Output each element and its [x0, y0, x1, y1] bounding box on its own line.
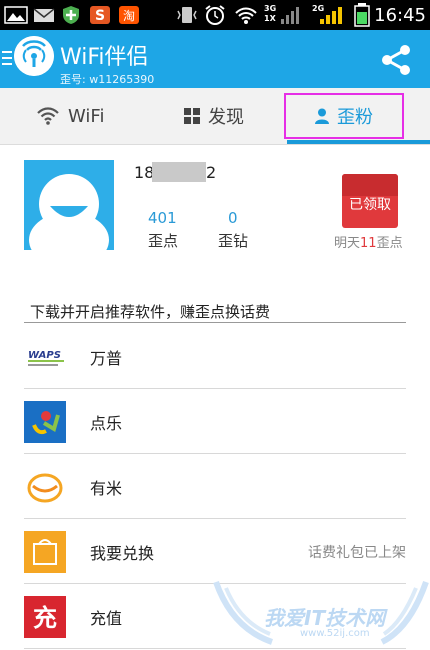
- tomorrow-suffix: 歪点: [376, 236, 403, 251]
- tab-discover-label: 发现: [208, 107, 244, 128]
- tomorrow-prefix: 明天: [334, 236, 361, 251]
- network-3g-label: 3G: [264, 4, 277, 13]
- battery-icon: [354, 3, 370, 27]
- avatar[interactable]: [24, 160, 114, 250]
- default-avatar-icon: [24, 160, 114, 250]
- tab-discover[interactable]: 发现: [184, 88, 244, 144]
- promo-header: 下载并开启推荐软件，赚歪点换话费: [30, 303, 271, 321]
- watermark-url: www.52ij.com: [300, 628, 370, 639]
- status-time: 16:45: [374, 5, 426, 26]
- svg-text:淘: 淘: [123, 9, 135, 23]
- wifi-signal-icon: [235, 7, 257, 24]
- recharge-char: 充: [33, 604, 57, 632]
- mail-icon: [33, 8, 55, 22]
- share-icon[interactable]: [378, 42, 414, 78]
- list-item-label: 我要兑换: [90, 544, 155, 563]
- tomorrow-points: 11: [360, 236, 377, 251]
- status-bar: S 淘 3G 1X 2G 16:45: [0, 0, 430, 30]
- promo-divider: [24, 322, 406, 323]
- tab-bar: WiFi 发现 歪粉: [0, 88, 430, 145]
- list-item-dianle[interactable]: 点乐: [24, 389, 406, 454]
- shield-icon: [63, 6, 79, 24]
- s-app-icon: S: [90, 6, 110, 24]
- user-number-suffix: 2: [206, 163, 217, 182]
- active-tab-indicator: [287, 140, 430, 144]
- red-packet-button[interactable]: 已领取: [342, 174, 398, 228]
- list-item-youmi[interactable]: 有米: [24, 454, 406, 519]
- gallery-icon: [4, 6, 28, 24]
- diamonds-value: 0: [228, 209, 238, 227]
- list-item-label: 有米: [90, 479, 123, 498]
- wanpu-logo-icon: WAPS: [24, 336, 66, 378]
- menu-icon[interactable]: [2, 48, 14, 68]
- youmi-logo-icon: [24, 466, 66, 508]
- watermark-text: 我爱IT技术网: [264, 606, 386, 630]
- red-packet-flap: [342, 174, 398, 196]
- phone-vibrate-icon: [177, 7, 197, 23]
- alarm-icon: [205, 5, 225, 25]
- tab-wifi[interactable]: WiFi: [36, 88, 104, 144]
- list-item-note: 话费礼包已上架: [308, 545, 406, 561]
- svg-text:S: S: [95, 8, 105, 24]
- list-item-wanpu[interactable]: WAPS 万普: [24, 324, 406, 389]
- list-item-label: 万普: [90, 349, 123, 368]
- red-packet-label: 已领取: [349, 197, 391, 213]
- user-id-label: 歪号: w11265390: [60, 73, 155, 86]
- points-value: 401: [148, 209, 177, 227]
- recharge-icon: 充: [24, 596, 66, 638]
- tomorrow-reward: 明天11歪点: [334, 232, 403, 251]
- wanpu-logo-text: WAPS: [28, 350, 61, 361]
- list-item-label: 充值: [90, 609, 123, 628]
- list-item-label: 点乐: [90, 414, 123, 433]
- list-item-exchange[interactable]: 我要兑换 话费礼包已上架: [24, 519, 406, 584]
- points-label: 歪点: [148, 232, 179, 250]
- dianle-logo-icon: [24, 401, 66, 443]
- tab-waifen-label: 歪粉: [337, 107, 373, 128]
- tab-wifi-label: WiFi: [68, 105, 105, 127]
- tab-waifen[interactable]: 歪粉: [284, 93, 404, 139]
- app-logo-icon: [14, 36, 54, 76]
- network-1x-label: 1X: [264, 14, 276, 23]
- signal-bars-icon: [281, 7, 299, 24]
- signal-bars-2-icon: [320, 7, 342, 24]
- taobao-icon: 淘: [119, 6, 139, 24]
- grid-icon: [184, 108, 200, 124]
- app-bar: WiFi伴侣 歪号: w11265390: [0, 30, 430, 88]
- diamonds-label: 歪钻: [218, 232, 249, 250]
- exchange-bag-icon: [24, 531, 66, 573]
- wifi-icon: [37, 107, 59, 125]
- app-title: WiFi伴侣: [60, 45, 149, 70]
- person-icon: [315, 108, 329, 124]
- user-number-mask: [152, 162, 206, 182]
